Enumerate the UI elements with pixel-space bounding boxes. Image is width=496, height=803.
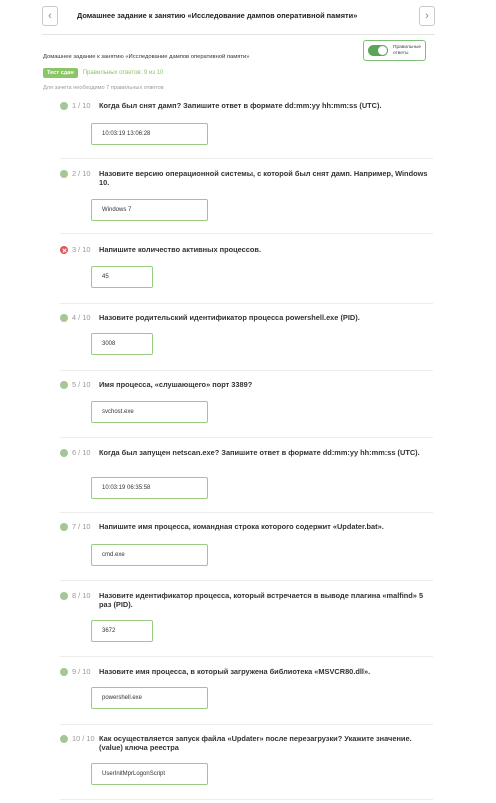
question-divider	[60, 799, 433, 800]
correct-count: Правильных ответов: 9 из 10	[82, 70, 164, 76]
status-badge: Тест сдан	[43, 68, 78, 78]
chevron-left-icon: ‹	[48, 9, 52, 22]
question-item: 1 / 10 Когда был снят дамп? Запишите отв…	[60, 101, 433, 145]
correct-check-icon	[60, 449, 68, 457]
question-text: Как осуществляется запуск файла «Updater…	[99, 734, 412, 753]
question-item: 9 / 10 Назовите имя процесса, в который …	[60, 667, 433, 709]
question-divider	[60, 656, 433, 657]
correct-check-icon	[60, 314, 68, 322]
question-divider	[60, 437, 433, 438]
correct-check-icon	[60, 592, 68, 600]
question-text: Назовите идентификатор процесса, который…	[99, 591, 424, 610]
answer-field[interactable]: cmd.exe	[91, 544, 208, 566]
question-number: 2 / 10	[72, 169, 91, 178]
question-text: Имя процесса, «слушающего» порт 3389?	[99, 380, 253, 389]
status-row: Тест сдан Правильных ответов: 9 из 10	[43, 68, 163, 78]
question-item: 2 / 10 Назовите версию операционной сист…	[60, 169, 433, 221]
correct-check-icon	[60, 102, 68, 110]
question-item: 4 / 10 Назовите родительский идентификат…	[60, 313, 433, 355]
next-button[interactable]: ›	[419, 5, 435, 26]
question-number: 6 / 10	[72, 448, 91, 457]
question-text: Когда был снят дамп? Запишите ответ в фо…	[99, 101, 382, 110]
question-number: 1 / 10	[72, 101, 91, 110]
question-divider	[60, 724, 433, 725]
correct-check-icon	[60, 170, 68, 178]
wrong-cross-icon	[60, 246, 68, 254]
header-divider	[42, 34, 435, 35]
answer-field[interactable]: Windows 7	[91, 199, 208, 221]
answer-field[interactable]: svchost.exe	[91, 401, 208, 423]
question-number: 5 / 10	[72, 380, 91, 389]
question-text: Напишите имя процесса, командная строка …	[99, 522, 384, 531]
question-item: 6 / 10 Когда был запущен netscan.exe? За…	[60, 448, 433, 499]
question-item: 3 / 10 Напишите количество активных проц…	[60, 245, 433, 288]
correct-check-icon	[60, 523, 68, 531]
toggle-label: Правильные ответы	[393, 44, 422, 56]
question-text: Напишите количество активных процессов.	[99, 245, 261, 254]
test-subtitle: Домашнее задание к занятию «Исследование…	[43, 54, 250, 60]
correct-check-icon	[60, 735, 68, 743]
question-divider	[60, 158, 433, 159]
question-number: 9 / 10	[72, 667, 91, 676]
question-number: 7 / 10	[72, 522, 91, 531]
correct-answers-toggle[interactable]: Правильные ответы	[363, 40, 426, 61]
question-divider	[60, 512, 433, 513]
chevron-right-icon: ›	[425, 9, 429, 22]
header-bar: ‹ Домашнее задание к занятию «Исследован…	[42, 4, 435, 27]
prev-button[interactable]: ‹	[42, 5, 58, 26]
pass-requirement-note: Для зачета необходимо 7 правильных ответ…	[43, 85, 164, 91]
answer-field[interactable]: 3008	[91, 333, 153, 355]
question-item: 7 / 10 Напишите имя процесса, командная …	[60, 522, 433, 566]
question-divider	[60, 580, 433, 581]
answer-field[interactable]: 3672	[91, 620, 153, 642]
correct-check-icon	[60, 668, 68, 676]
question-text: Назовите имя процесса, в который загруже…	[99, 667, 371, 676]
question-text: Назовите родительский идентификатор проц…	[99, 313, 360, 322]
question-item: 10 / 10 Как осуществляется запуск файла …	[60, 734, 433, 785]
answer-field[interactable]: powershell.exe	[91, 687, 208, 709]
question-number: 10 / 10	[72, 734, 95, 743]
question-item: 5 / 10 Имя процесса, «слушающего» порт 3…	[60, 380, 433, 423]
question-number: 4 / 10	[72, 313, 91, 322]
question-divider	[60, 370, 433, 371]
question-item: 8 / 10 Назовите идентификатор процесса, …	[60, 591, 433, 642]
answer-field[interactable]: 10:03:19 06:35:58	[91, 477, 208, 499]
answer-field[interactable]: UserInitMprLogonScript	[91, 763, 208, 785]
question-number: 3 / 10	[72, 245, 91, 254]
toggle-switch[interactable]	[368, 45, 388, 56]
question-divider	[60, 233, 433, 234]
answer-field[interactable]: 10:03:19 13:06:28	[91, 123, 208, 145]
correct-check-icon	[60, 381, 68, 389]
question-text: Когда был запущен netscan.exe? Запишите …	[99, 448, 420, 457]
question-divider	[60, 303, 433, 304]
answer-field[interactable]: 45	[91, 266, 153, 288]
page-title: Домашнее задание к занятию «Исследование…	[77, 11, 358, 20]
question-number: 8 / 10	[72, 591, 91, 600]
question-text: Назовите версию операционной системы, с …	[99, 169, 428, 188]
